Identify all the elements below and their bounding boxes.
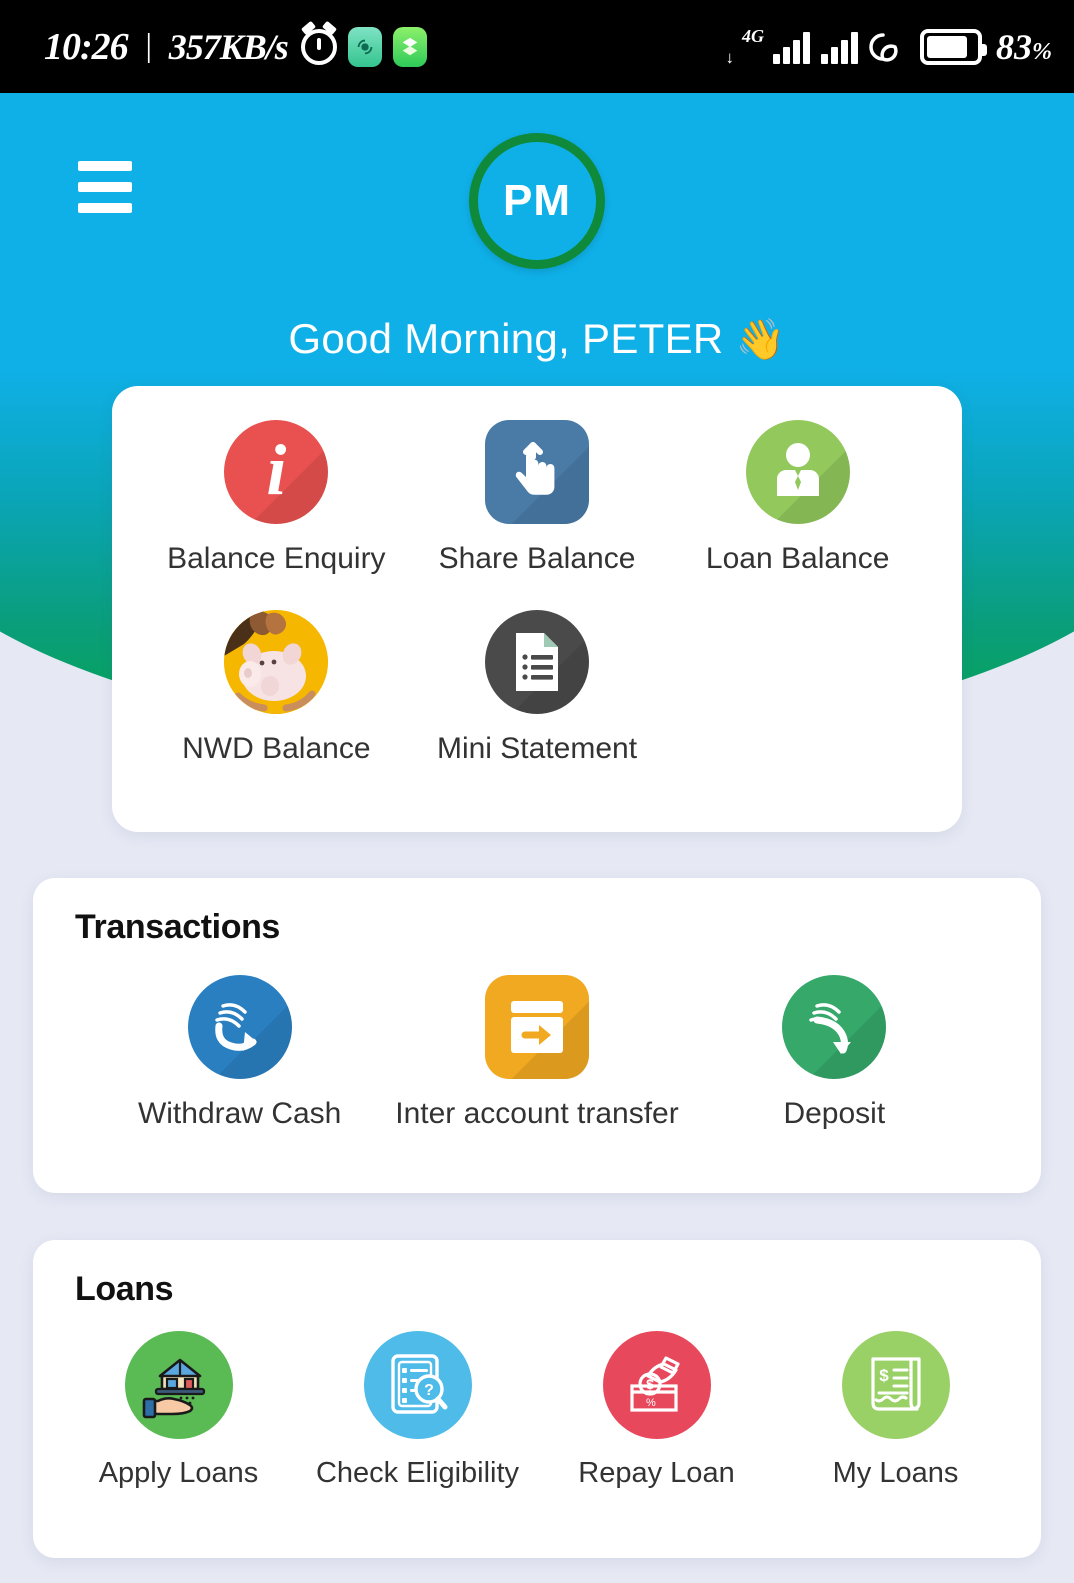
coin-drop-icon: % $ [602, 1331, 711, 1439]
cash-withdraw-icon [187, 975, 292, 1079]
menu-bar-1 [78, 161, 132, 171]
app-icon-teal [347, 26, 382, 67]
tile-label: Check Eligibility [315, 1457, 520, 1489]
loans-card: Loans Apply Loans ? Check Eligibility % … [33, 1240, 1041, 1558]
tile-loan-balance[interactable]: Loan Balance [667, 420, 928, 576]
transactions-card: Transactions Withdraw Cash Inter account… [33, 878, 1041, 1193]
tile-apply-loans[interactable]: Apply Loans [59, 1331, 298, 1490]
quick-actions-card: i Balance Enquiry Share Balance Loan Bal… [112, 386, 962, 832]
card-transfer-icon [484, 975, 589, 1079]
document-search-icon: ? [363, 1331, 472, 1439]
quick-actions-row-1: i Balance Enquiry Share Balance Loan Bal… [112, 386, 962, 576]
document-list-icon [485, 610, 589, 714]
battery-icon [920, 28, 987, 65]
piggy-bank-icon [224, 610, 329, 714]
status-time: 10:26 [44, 25, 129, 68]
hamburger-menu-icon[interactable] [78, 161, 132, 213]
tile-repay-loan[interactable]: % $ Repay Loan [537, 1331, 776, 1490]
status-bar: 10:26 | 357KB/s ↓ 4G 83% [0, 0, 1074, 93]
svg-text:%: % [646, 1397, 656, 1409]
tile-label: Loan Balance [705, 542, 890, 575]
tile-label: Withdraw Cash [137, 1097, 342, 1130]
tile-deposit[interactable]: Deposit [686, 975, 983, 1131]
tile-my-loans[interactable]: $ My Loans [776, 1331, 1015, 1490]
tile-label: NWD Balance [182, 732, 371, 765]
loans-row: Apply Loans ? Check Eligibility % $ Repa… [33, 1309, 1041, 1490]
quick-actions-row-2: NWD Balance Mini Statement [112, 576, 962, 766]
tile-label: My Loans [832, 1457, 959, 1489]
status-bar-left: 10:26 | 357KB/s [44, 25, 427, 69]
tile-mini-statement[interactable]: Mini Statement [407, 610, 668, 766]
tile-nwd-balance[interactable]: NWD Balance [146, 610, 407, 766]
status-bar-right: ↓ 4G 83% [726, 26, 1053, 68]
tile-label: Apply Loans [98, 1457, 259, 1489]
tile-balance-enquiry[interactable]: i Balance Enquiry [146, 420, 407, 576]
greeting-message: Good Morning, PETER [288, 315, 724, 362]
tap-hand-icon [485, 420, 589, 524]
avatar-initials: PM [503, 176, 571, 225]
signal-bars-icon-1 [773, 30, 810, 64]
svg-text:?: ? [424, 1382, 434, 1399]
tile-inter-account-transfer[interactable]: Inter account transfer [388, 975, 685, 1131]
transactions-title: Transactions [75, 908, 280, 946]
status-separator: | [143, 28, 153, 64]
app-header: PM Good Morning, PETER 👋 [0, 93, 1074, 393]
greeting-text: Good Morning, PETER 👋 [0, 315, 1074, 363]
loans-title: Loans [75, 1270, 174, 1308]
battery-percent-symbol: % [1032, 38, 1052, 65]
tile-label: Balance Enquiry [167, 542, 386, 575]
tile-label: Repay Loan [578, 1457, 735, 1489]
network-type-label: 4G [742, 25, 764, 46]
tile-label: Share Balance [438, 542, 636, 575]
tile-label: Deposit [783, 1097, 886, 1130]
menu-bar-3 [78, 203, 132, 213]
tile-withdraw-cash[interactable]: Withdraw Cash [91, 975, 388, 1131]
network-speed-text: 357KB/s [168, 26, 289, 67]
cash-deposit-icon [782, 975, 887, 1079]
vpn-icon [869, 29, 909, 65]
avatar[interactable]: PM [469, 133, 605, 269]
battery-percent-value: 83 [996, 26, 1032, 67]
tile-share-balance[interactable]: Share Balance [407, 420, 668, 576]
menu-bar-2 [78, 182, 132, 192]
alarm-icon [300, 28, 337, 65]
tile-label: Mini Statement [436, 732, 638, 765]
transactions-row: Withdraw Cash Inter account transfer Dep… [33, 947, 1041, 1131]
battery-percent-label: 83% [996, 26, 1052, 68]
tile-empty-slot [667, 610, 928, 766]
tile-label: Inter account transfer [395, 1097, 679, 1130]
tile-check-eligibility[interactable]: ? Check Eligibility [298, 1331, 537, 1490]
svg-text:$: $ [879, 1366, 889, 1385]
data-arrow-icon: ↓ [725, 47, 735, 67]
person-tie-icon [745, 420, 850, 524]
house-on-hand-icon [124, 1331, 233, 1439]
receipt-scroll-icon: $ [841, 1331, 950, 1439]
info-icon: i [224, 420, 329, 524]
signal-bars-icon-2 [821, 30, 858, 64]
app-icon-green [392, 26, 427, 67]
wave-emoji-icon: 👋 [735, 318, 786, 362]
